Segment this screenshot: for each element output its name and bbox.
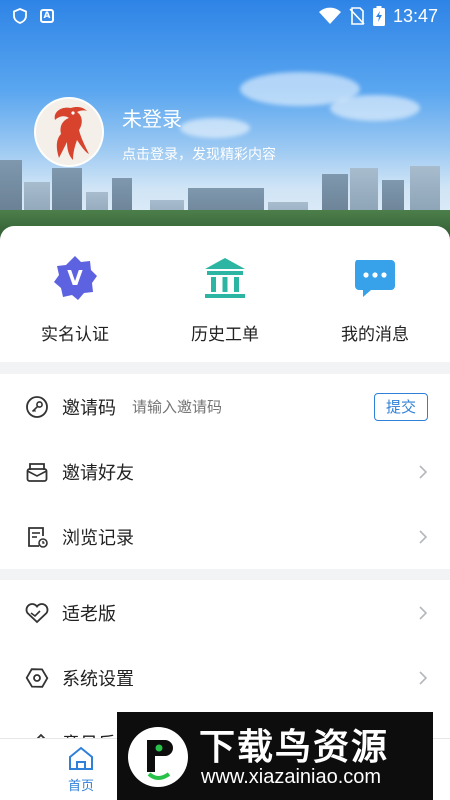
menu-item-system-settings[interactable]: 系统设置 (0, 645, 450, 710)
menu-item-label: 系统设置 (62, 668, 134, 690)
invite-code-label: 邀请码 (62, 397, 116, 419)
home-icon (69, 746, 93, 770)
menu-item-elder-mode[interactable]: 适老版 (0, 580, 450, 645)
bank-building-icon (199, 252, 251, 304)
menu-item-browse-history[interactable]: 浏览记录 (0, 504, 450, 569)
cloud (330, 95, 420, 121)
chevron-right-icon (419, 529, 428, 544)
shield-icon (13, 8, 27, 24)
svg-text:V: V (67, 266, 83, 290)
battery-charging-icon (372, 6, 385, 26)
invite-code-input[interactable] (132, 397, 312, 416)
history-doc-icon (24, 524, 50, 550)
status-bar: A 13:47 (0, 0, 450, 32)
quick-action-label: 我的消息 (341, 325, 409, 345)
tab-label: 首页 (67, 779, 94, 794)
wifi-icon (318, 7, 341, 24)
quick-action-real-name[interactable]: V 实名认证 (0, 226, 150, 362)
quick-actions-panel: V 实名认证 历史工单 我的消息 (0, 226, 450, 362)
avatar[interactable] (34, 97, 104, 167)
menu-item-invite-friends[interactable]: 邀请好友 (0, 439, 450, 504)
invite-code-row: 邀请码 提交 (0, 374, 450, 439)
menu-item-label: 适老版 (62, 603, 116, 625)
quick-action-label: 实名认证 (41, 325, 109, 345)
quick-action-label: 历史工单 (191, 325, 259, 345)
menu-item-label: 邀请好友 (62, 462, 134, 484)
chat-bubble-icon (349, 252, 401, 304)
watermark-logo-icon (128, 727, 188, 787)
quick-action-messages[interactable]: 我的消息 (300, 226, 450, 362)
status-time: 13:47 (392, 5, 438, 26)
menu-item-label: 浏览记录 (62, 527, 134, 549)
watermark-banner: 下载鸟资源 www.xiazainiao.com (117, 712, 433, 800)
menu-group-invite: 邀请码 提交 邀请好友 浏览记录 (0, 374, 450, 569)
chevron-right-icon (419, 670, 428, 685)
key-icon (24, 394, 50, 420)
heart-hands-icon (24, 600, 50, 626)
login-hint[interactable]: 点击登录，发现精彩内容 (122, 144, 276, 164)
login-status[interactable]: 未登录 (122, 103, 182, 132)
watermark-url: www.xiazainiao.com (201, 766, 382, 788)
quick-action-history-orders[interactable]: 历史工单 (150, 226, 300, 362)
tab-home[interactable]: 首页 (46, 745, 116, 794)
verified-badge-icon: V (49, 252, 101, 304)
watermark-title: 下载鸟资源 (199, 727, 390, 768)
no-sim-icon (349, 7, 365, 25)
envelope-icon (24, 459, 50, 485)
settings-hex-icon (24, 665, 50, 691)
invite-submit-button[interactable]: 提交 (374, 392, 428, 421)
a-box-icon: A (40, 9, 54, 23)
chevron-right-icon (419, 605, 428, 620)
chevron-right-icon (419, 464, 428, 479)
phoenix-logo-icon (54, 107, 89, 160)
